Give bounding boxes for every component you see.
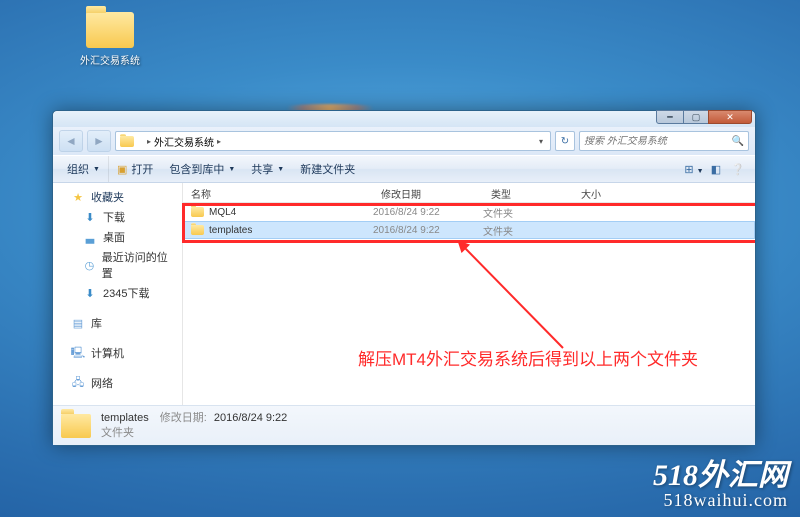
sidebar-network[interactable]: 🖧网络 xyxy=(53,373,182,393)
status-name: templates xyxy=(101,412,149,424)
new-folder-button[interactable]: 新建文件夹 xyxy=(292,156,363,182)
explorer-window: ━ ▢ ✕ ◄ ► ▸外汇交易系统▸ ▾ ↻ 🔍 组织▼ ▣打开 包含到库中▼ … xyxy=(52,110,756,446)
annotation-text: 解压MT4外汇交易系统后得到以上两个文件夹 xyxy=(358,345,698,370)
folder-icon xyxy=(191,225,204,235)
sidebar-libraries[interactable]: ▤库 xyxy=(53,313,182,333)
file-type: 文件夹 xyxy=(483,205,573,220)
search-input[interactable] xyxy=(584,136,732,147)
folder-icon xyxy=(191,207,204,217)
forward-button[interactable]: ► xyxy=(87,130,111,152)
status-type: 文件夹 xyxy=(101,426,287,440)
explorer-body: ★收藏夹 ⬇下载 ▃桌面 ◷最近访问的位置 ⬇2345下载 ▤库 🖳计算机 🖧网… xyxy=(53,183,755,405)
sidebar-item-recent[interactable]: ◷最近访问的位置 xyxy=(53,247,182,283)
watermark: 518外汇网 518waihui.com xyxy=(653,450,788,511)
file-type: 文件夹 xyxy=(483,223,573,238)
breadcrumb-root[interactable]: ▸外汇交易系统▸ xyxy=(138,132,230,150)
file-rows: MQL4 2016/8/24 9:22 文件夹 templates 2016/8… xyxy=(183,203,755,239)
address-dropdown-icon[interactable]: ▾ xyxy=(534,137,548,146)
sidebar-favorites[interactable]: ★收藏夹 xyxy=(53,187,182,207)
column-header-date[interactable]: 修改日期 xyxy=(373,183,483,202)
sidebar: ★收藏夹 ⬇下载 ▃桌面 ◷最近访问的位置 ⬇2345下载 ▤库 🖳计算机 🖧网… xyxy=(53,183,183,405)
folder-icon xyxy=(86,12,134,48)
sidebar-item-2345dl[interactable]: ⬇2345下载 xyxy=(53,283,182,303)
desktop-folder-icon[interactable]: 外汇交易系统 xyxy=(75,12,145,67)
status-bar: templates 修改日期: 2016/8/24 9:22 文件夹 xyxy=(53,405,755,445)
file-name: templates xyxy=(209,225,252,236)
file-row[interactable]: MQL4 2016/8/24 9:22 文件夹 xyxy=(183,203,755,221)
breadcrumb-label: 外汇交易系统 xyxy=(154,134,214,149)
minimize-button[interactable]: ━ xyxy=(656,110,684,124)
column-headers: 名称 修改日期 类型 大小 xyxy=(183,183,755,203)
folder-icon xyxy=(120,136,134,147)
status-date: 2016/8/24 9:22 xyxy=(214,412,287,424)
toolbar: 组织▼ ▣打开 包含到库中▼ 共享▼ 新建文件夹 ⊞ ▼ ◧ ❔ xyxy=(53,155,755,183)
search-icon: 🔍 xyxy=(732,136,744,147)
view-options-button[interactable]: ⊞ ▼ xyxy=(683,163,705,176)
file-date: 2016/8/24 9:22 xyxy=(373,225,483,236)
status-date-label: 修改日期: xyxy=(160,412,207,424)
refresh-button[interactable]: ↻ xyxy=(555,131,575,151)
window-controls: ━ ▢ ✕ xyxy=(657,110,752,124)
status-details: templates 修改日期: 2016/8/24 9:22 文件夹 xyxy=(101,411,287,440)
star-icon: ★ xyxy=(71,190,85,204)
column-header-type[interactable]: 类型 xyxy=(483,183,573,202)
sidebar-computer[interactable]: 🖳计算机 xyxy=(53,343,182,363)
sidebar-item-desktop[interactable]: ▃桌面 xyxy=(53,227,182,247)
search-box[interactable]: 🔍 xyxy=(579,131,749,151)
organize-menu[interactable]: 组织▼ xyxy=(59,156,109,182)
network-icon: 🖧 xyxy=(71,376,85,390)
address-bar[interactable]: ▸外汇交易系统▸ ▾ xyxy=(115,131,551,151)
library-icon: ▤ xyxy=(71,316,85,330)
help-button[interactable]: ❔ xyxy=(727,163,749,176)
window-titlebar[interactable]: ━ ▢ ✕ xyxy=(53,111,755,127)
maximize-button[interactable]: ▢ xyxy=(683,110,709,124)
recent-icon: ◷ xyxy=(83,258,96,272)
file-date: 2016/8/24 9:22 xyxy=(373,207,483,218)
share-menu[interactable]: 共享▼ xyxy=(243,156,292,182)
desktop-icon: ▃ xyxy=(83,230,97,244)
close-button[interactable]: ✕ xyxy=(708,110,752,124)
desktop-folder-label: 外汇交易系统 xyxy=(75,52,145,67)
column-header-name[interactable]: 名称 xyxy=(183,183,373,202)
folder-icon xyxy=(61,414,91,438)
file-list-pane[interactable]: 名称 修改日期 类型 大小 MQL4 2016/8/24 9:22 文件夹 te… xyxy=(183,183,755,405)
navigation-bar: ◄ ► ▸外汇交易系统▸ ▾ ↻ 🔍 xyxy=(53,127,755,155)
include-menu[interactable]: 包含到库中▼ xyxy=(161,156,243,182)
file-name: MQL4 xyxy=(209,207,236,218)
preview-pane-button[interactable]: ◧ xyxy=(705,163,727,176)
annotation-arrow xyxy=(453,238,593,358)
open-button[interactable]: ▣打开 xyxy=(109,156,161,182)
back-button[interactable]: ◄ xyxy=(59,130,83,152)
column-header-size[interactable]: 大小 xyxy=(573,183,653,202)
computer-icon: 🖳 xyxy=(71,346,85,360)
sidebar-item-downloads[interactable]: ⬇下载 xyxy=(53,207,182,227)
download-icon: ⬇ xyxy=(83,210,97,224)
file-row[interactable]: templates 2016/8/24 9:22 文件夹 xyxy=(183,221,755,239)
download-icon: ⬇ xyxy=(83,286,97,300)
